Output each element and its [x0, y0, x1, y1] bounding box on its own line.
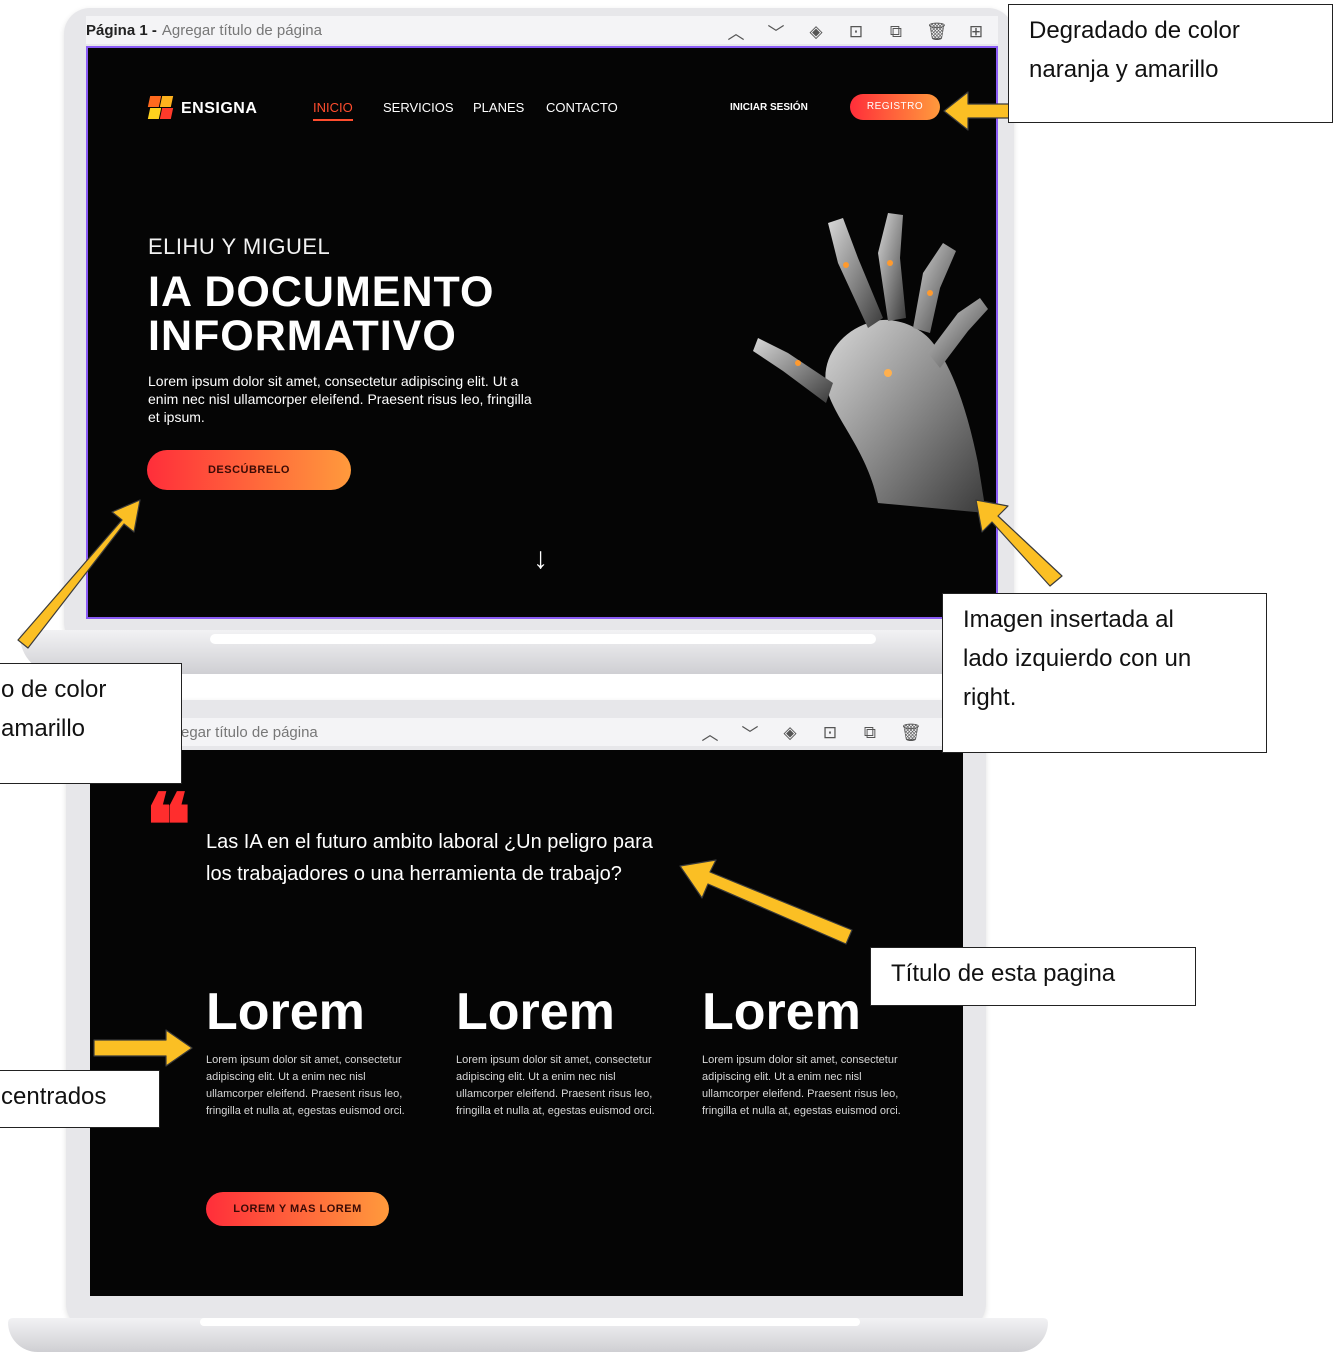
- callout-page-title: Título de esta pagina: [870, 947, 1196, 1006]
- callout-image: Imagen insertada al lado izquierdo con u…: [942, 593, 1267, 753]
- callout-centered: centrados: [0, 1070, 160, 1128]
- arrow-to-discover: [17, 499, 141, 649]
- callout-gradient-top: Degradado de color naranja y amarillo: [1008, 4, 1333, 123]
- arrow-to-page2-title: [679, 859, 853, 945]
- callout-gradient-left: o de color amarillo: [0, 663, 182, 784]
- arrow-to-register: [943, 91, 1011, 131]
- arrow-to-columns: [93, 1029, 193, 1067]
- arrow-to-robot-hand: [975, 499, 1063, 587]
